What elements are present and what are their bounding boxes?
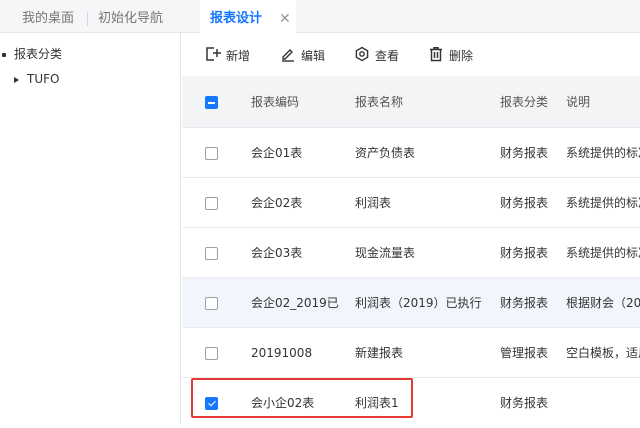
cell-category: 财务报表 <box>500 296 549 310</box>
tree-node-root[interactable]: 报表分类 <box>2 45 62 62</box>
pencil-icon <box>282 49 294 62</box>
tree-node-label: TUFO <box>27 72 60 86</box>
cell-description: 系统提供的标准 <box>566 246 640 260</box>
table-row[interactable]: 会小企02表 利润表1 财务报表 <box>182 378 640 424</box>
delete-button-label: 删除 <box>449 49 474 63</box>
edit-button-label: 编辑 <box>301 49 326 63</box>
column-header-code[interactable]: 报表编码 <box>251 76 351 128</box>
table-row[interactable]: 20191008 新建报表 管理报表 空白模板，适用 <box>182 328 640 378</box>
cell-name: 利润表 <box>355 196 392 210</box>
expand-arrow-icon[interactable] <box>14 76 19 83</box>
row-checkbox[interactable] <box>205 147 218 160</box>
toolbar: 新增 编辑 查看 删除 <box>182 33 640 75</box>
column-header-description[interactable]: 说明 <box>566 76 640 128</box>
table-row[interactable]: 会企02_2019已 利润表（2019）已执行 财务报表 根据财会（2019 <box>182 278 640 328</box>
row-checkbox[interactable] <box>205 197 218 210</box>
trash-icon <box>430 47 442 62</box>
add-button-label: 新增 <box>226 49 251 63</box>
gear-icon <box>355 46 369 62</box>
cell-name: 现金流量表 <box>355 246 416 260</box>
cell-name: 利润表（2019）已执行 <box>355 296 482 310</box>
select-all-checkbox[interactable] <box>205 96 218 109</box>
tree-node-label: 报表分类 <box>14 47 63 61</box>
report-category-tree: 报表分类 TUFO <box>0 33 181 424</box>
tab-report-design-label: 报表设计 <box>210 11 263 26</box>
tab-divider <box>87 12 88 26</box>
column-header-name[interactable]: 报表名称 <box>355 76 497 128</box>
row-checkbox[interactable] <box>205 397 218 410</box>
cell-category: 财务报表 <box>500 196 549 210</box>
add-icon <box>206 47 221 61</box>
table-row[interactable]: 会企02表 利润表 财务报表 系统提供的标准 <box>182 178 640 228</box>
tree-bullet-icon <box>2 52 6 57</box>
row-checkbox[interactable] <box>205 347 218 360</box>
tab-my-desktop[interactable]: 我的桌面 <box>22 0 74 33</box>
tab-report-design[interactable]: 报表设计 ✕ <box>200 0 296 34</box>
cell-code: 会企03表 <box>251 246 303 260</box>
cell-description: 空白模板，适用 <box>566 346 640 360</box>
cell-description: 系统提供的标准 <box>566 146 640 160</box>
table-row[interactable]: 会企01表 资产负债表 财务报表 系统提供的标准 <box>182 128 640 178</box>
cell-code: 会企02表 <box>251 196 303 210</box>
cell-name: 利润表1 <box>355 396 399 410</box>
view-button-label: 查看 <box>375 49 400 63</box>
row-checkbox[interactable] <box>205 297 218 310</box>
cell-category: 财务报表 <box>500 396 549 410</box>
cell-category: 财务报表 <box>500 146 549 160</box>
cell-description: 根据财会（2019 <box>566 296 640 310</box>
cell-description: 系统提供的标准 <box>566 196 640 210</box>
tab-init-navigation[interactable]: 初始化导航 <box>98 0 163 33</box>
tab-bar: 我的桌面 初始化导航 报表设计 ✕ <box>0 0 640 34</box>
tree-node-tufo[interactable]: TUFO <box>14 72 59 86</box>
cell-category: 财务报表 <box>500 246 549 260</box>
cell-code: 会企02_2019已 <box>251 296 339 310</box>
table-row[interactable]: 会企03表 现金流量表 财务报表 系统提供的标准 <box>182 228 640 278</box>
cell-code: 会小企02表 <box>251 396 315 410</box>
cell-category: 管理报表 <box>500 346 549 360</box>
cell-name: 资产负债表 <box>355 146 416 160</box>
table-header-row: 报表编码 报表名称 报表分类 说明 <box>182 76 640 128</box>
cell-code: 20191008 <box>251 346 313 360</box>
cell-name: 新建报表 <box>355 346 404 360</box>
row-checkbox[interactable] <box>205 247 218 260</box>
column-header-category[interactable]: 报表分类 <box>500 76 562 128</box>
cell-code: 会企01表 <box>251 146 303 160</box>
